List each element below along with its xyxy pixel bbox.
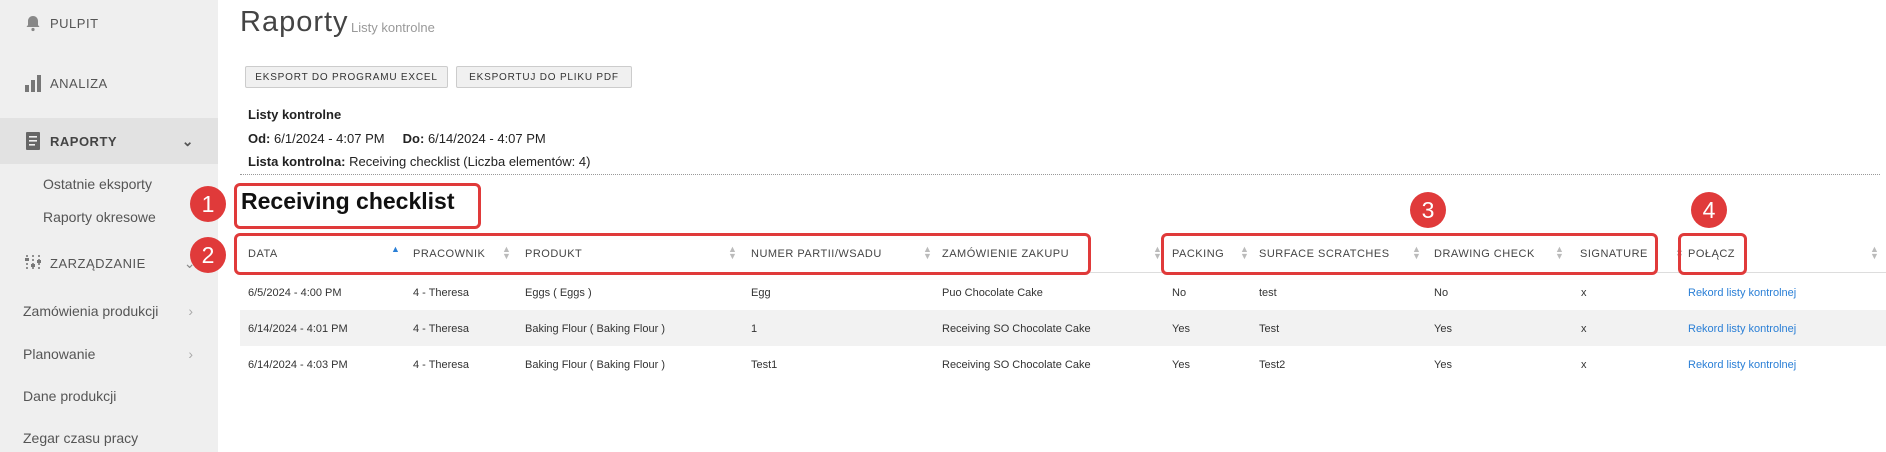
table-row [240, 274, 1886, 310]
annotation-badge-4: 4 [1691, 192, 1727, 228]
nav-analiza[interactable]: ANALIZA [0, 72, 218, 94]
cell-numer: 1 [751, 323, 758, 335]
nav-zegar-czasu-pracy[interactable]: Zegar czasu pracy [23, 430, 193, 446]
cell-packing: Yes [1172, 323, 1190, 335]
nav-pulpit[interactable]: PULPIT [0, 12, 218, 34]
annotation-box-1 [234, 183, 481, 229]
cell-numer: Egg [751, 287, 771, 299]
cell-signature: x [1581, 287, 1587, 299]
info-date-range: Od: 6/1/2024 - 4:07 PM Do: 6/14/2024 - 4… [248, 131, 546, 146]
do-value: 6/14/2024 - 4:07 PM [427, 131, 546, 146]
cell-produkt: Baking Flour ( Baking Flour ) [525, 359, 665, 371]
cell-packing: No [1172, 287, 1187, 299]
annotation-badge-2: 2 [190, 237, 226, 273]
nav-zamowienia-label: Zamówienia produkcji [23, 303, 159, 319]
cell-surface: Test [1259, 323, 1280, 335]
checklist-record-link[interactable]: Rekord listy kontrolnej [1688, 287, 1796, 299]
nav-zegar-label: Zegar czasu pracy [23, 430, 139, 446]
annotation-badge-1: 1 [190, 186, 226, 222]
nav-raporty-label: RAPORTY [50, 133, 118, 149]
cell-zamowienie: Puo Chocolate Cake [942, 287, 1043, 299]
cell-pracownik: 4 - Theresa [413, 323, 470, 335]
nav-pulpit-label: PULPIT [50, 15, 99, 31]
sort-icon[interactable]: ▲ ▼ [1870, 245, 1879, 261]
cell-pracownik: 4 - Theresa [413, 287, 470, 299]
info-heading: Listy kontrolne [248, 107, 342, 122]
cell-signature: x [1581, 359, 1587, 371]
cell-data: 6/14/2024 - 4:01 PM [248, 323, 348, 335]
cell-zamowienie: Receiving SO Chocolate Cake [942, 323, 1091, 335]
nav-ostatnie-eksporty[interactable]: Ostatnie eksporty [43, 176, 152, 192]
cell-surface: test [1259, 287, 1277, 299]
chevron-down-icon: ⌄ [181, 132, 194, 149]
nav-zarzadzanie[interactable]: ZARZĄDZANIE ⌄ [0, 252, 218, 274]
export-pdf-button[interactable]: EKSPORTUJ DO PLIKU PDF [456, 66, 632, 88]
cell-produkt: Eggs ( Eggs ) [525, 287, 592, 299]
lista-label: Lista kontrolna: [248, 154, 346, 169]
bar-chart-icon [22, 72, 44, 94]
nav-analiza-label: ANALIZA [50, 75, 108, 91]
annotation-badge-3: 3 [1410, 192, 1446, 228]
sidebar: PULPIT ANALIZA RAPORTY ⌄ Ostatnie ekspor… [0, 0, 218, 452]
nav-raporty[interactable]: RAPORTY ⌄ [0, 130, 218, 152]
nav-dane-produkcji[interactable]: Dane produkcji [23, 388, 193, 404]
cell-drawing: Yes [1434, 323, 1452, 335]
annotation-box-4 [1678, 233, 1747, 275]
sliders-icon [22, 252, 44, 274]
divider [240, 174, 1880, 175]
nav-dane-label: Dane produkcji [23, 388, 117, 404]
cell-numer: Test1 [751, 359, 778, 371]
info-checklist: Lista kontrolna: Receiving checklist (Li… [248, 154, 590, 169]
cell-drawing: Yes [1434, 359, 1452, 371]
annotation-box-3 [1161, 233, 1658, 275]
export-excel-button[interactable]: EKSPORT DO PROGRAMU EXCEL [245, 66, 448, 88]
bell-icon [22, 12, 44, 34]
cell-data: 6/5/2024 - 4:00 PM [248, 287, 342, 299]
nav-raporty-okresowe[interactable]: Raporty okresowe [43, 209, 156, 225]
cell-zamowienie: Receiving SO Chocolate Cake [942, 359, 1091, 371]
page-title: Raporty [240, 6, 349, 38]
nav-planowanie[interactable]: Planowanie › [23, 346, 193, 362]
cell-signature: x [1581, 323, 1587, 335]
cell-surface: Test2 [1259, 359, 1286, 371]
od-value: 6/1/2024 - 4:07 PM [274, 131, 385, 146]
cell-data: 6/14/2024 - 4:03 PM [248, 359, 348, 371]
cell-pracownik: 4 - Theresa [413, 359, 470, 371]
chevron-right-icon: › [188, 346, 193, 362]
chevron-right-icon: › [188, 303, 193, 319]
do-label: Do: [402, 131, 425, 146]
annotation-box-2 [234, 233, 1091, 275]
nav-zamowienia-produkcji[interactable]: Zamówienia produkcji › [23, 303, 193, 319]
checklist-record-link[interactable]: Rekord listy kontrolnej [1688, 359, 1796, 371]
report-icon [22, 130, 44, 152]
cell-produkt: Baking Flour ( Baking Flour ) [525, 323, 665, 335]
od-label: Od: [248, 131, 271, 146]
cell-packing: Yes [1172, 359, 1190, 371]
cell-drawing: No [1434, 287, 1449, 299]
nav-zarzadzanie-label: ZARZĄDZANIE [50, 255, 146, 271]
page-subtitle: Listy kontrolne [351, 20, 435, 35]
lista-value: Receiving checklist (Liczba elementów: 4… [349, 154, 591, 169]
checklist-record-link[interactable]: Rekord listy kontrolnej [1688, 323, 1796, 335]
nav-planowanie-label: Planowanie [23, 346, 96, 362]
